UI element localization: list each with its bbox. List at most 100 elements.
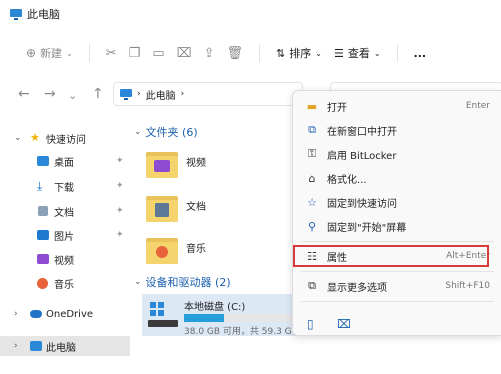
pin-icon[interactable]: ✦ (116, 181, 124, 191)
menu-item-label: 启用 BitLocker (327, 150, 397, 162)
sort-icon: ⇅ (276, 46, 286, 60)
rename-icon[interactable]: ⌧ (337, 317, 351, 331)
more-options-icon: ⧉ (308, 279, 316, 292)
desktop-icon (37, 156, 49, 166)
document-folder-icon (146, 196, 178, 222)
sort-button[interactable]: ⇅ 排序 ⌄ (270, 39, 328, 67)
menu-item-label: 显示更多选项 (327, 282, 387, 294)
picture-icon (37, 230, 49, 240)
menu-item-more-options[interactable]: ⧉ 显示更多选项 Shift+F10 (293, 275, 501, 297)
clipboard-icon: ▭ (152, 45, 165, 61)
drive-item-c[interactable]: 本地磁盘 (C:) 38.0 GB 可用，共 59.3 G (142, 294, 297, 337)
menu-quick-actions: ▯ ⌧ (293, 313, 501, 335)
new-button[interactable]: ⊕ 新建 ⌄ (20, 39, 79, 67)
star-outline-icon: ☆ (307, 195, 317, 209)
sidebar-item-label: 快速访问 (46, 134, 86, 146)
menu-item-pin-start[interactable]: ⚲ 固定到"开始"屏幕 (293, 215, 501, 237)
address-bar[interactable]: › 此电脑 › (113, 82, 303, 106)
delete-button[interactable]: 🗑︎ (221, 39, 250, 67)
back-arrow-icon[interactable]: ← (18, 86, 30, 102)
folder-name: 文档 (186, 202, 206, 213)
view-button[interactable]: ☰ 查看 ⌄ (328, 39, 387, 67)
document-icon (38, 206, 48, 216)
video-folder-icon (146, 152, 178, 178)
copy-icon: ❐ (128, 45, 141, 61)
sidebar-item-label: 图片 (54, 231, 74, 243)
pin-icon[interactable]: ✦ (116, 156, 124, 166)
chevron-down-icon: ⌄ (315, 48, 322, 58)
sidebar-item-label: 音乐 (54, 279, 74, 291)
breadcrumb-separator-icon: › (180, 89, 185, 99)
breadcrumb-item[interactable]: 此电脑 (146, 87, 176, 102)
rename-button[interactable]: ⌧ (171, 39, 198, 67)
trash-icon: 🗑︎ (226, 45, 244, 61)
chevron-down-icon: ⌄ (66, 48, 73, 58)
pin-icon[interactable]: ✦ (116, 230, 124, 240)
menu-item-label: 固定到"开始"屏幕 (327, 222, 407, 234)
sidebar-item-label: 桌面 (54, 157, 74, 169)
window-title: 此电脑 (27, 8, 60, 21)
sidebar-item-desktop[interactable]: 桌面 ✦ (0, 151, 130, 171)
more-label: ... (413, 46, 427, 60)
menu-item-bitlocker[interactable]: ⚿ 启用 BitLocker (293, 143, 501, 165)
copy-icon[interactable]: ▯ (307, 317, 314, 331)
folders-group-header[interactable]: ⌄ 文件夹 (6) (134, 124, 198, 140)
menu-item-label: 打开 (327, 102, 347, 114)
menu-item-shortcut: Enter (465, 101, 490, 111)
format-icon: ⌂ (308, 171, 316, 185)
chevron-right-icon: › (14, 341, 18, 351)
chevron-down-icon[interactable]: ⌄ (68, 89, 77, 102)
folder-name: 音乐 (186, 244, 206, 255)
folder-item-videos[interactable]: 视频 (146, 146, 296, 186)
menu-item-format[interactable]: ⌂ 格式化... (293, 167, 501, 189)
sidebar-item-this-pc[interactable]: › 此电脑 (0, 336, 130, 356)
pin-icon[interactable]: ✦ (116, 206, 124, 216)
sidebar-item-documents[interactable]: 文档 ✦ (0, 201, 130, 221)
sidebar-item-label: 文档 (54, 207, 74, 219)
navigation-pane: ⌄ ★ 快速访问 桌面 ✦ ⤓ 下载 ✦ 文档 ✦ 图片 ✦ 视频 音乐 › O… (0, 120, 130, 374)
sidebar-item-downloads[interactable]: ⤓ 下载 ✦ (0, 176, 130, 196)
music-folder-icon (146, 238, 178, 264)
cut-button[interactable]: ✂ (100, 39, 123, 67)
chevron-down-icon: ⌄ (134, 127, 142, 137)
forward-arrow-icon[interactable]: → (44, 86, 56, 102)
menu-item-shortcut: Shift+F10 (445, 281, 490, 291)
sidebar-item-videos[interactable]: 视频 (0, 249, 130, 269)
drives-group-header[interactable]: ⌄ 设备和驱动器 (2) (134, 274, 231, 290)
toolbar-divider (88, 44, 90, 62)
folder-item-documents[interactable]: 文档 (146, 190, 296, 230)
up-arrow-icon[interactable]: ↑ (92, 86, 104, 102)
menu-divider (301, 271, 494, 272)
properties-highlight (293, 245, 489, 267)
download-arrow-icon: ⤓ (37, 179, 43, 193)
drive-usage-bar (184, 314, 294, 322)
share-icon: ⇪ (203, 45, 215, 61)
copy-button[interactable]: ❐ (123, 39, 147, 67)
command-bar: ⊕ 新建 ⌄ ✂ ❐ ▭ ⌧ ⇪ 🗑︎ ⇅ 排序 ⌄ ☰ 查看 ⌄ ... (0, 34, 501, 72)
menu-item-open-new-window[interactable]: ⧉ 在新窗口中打开 (293, 119, 501, 141)
folder-name: 视频 (186, 158, 206, 169)
sidebar-item-label: 下载 (54, 182, 74, 194)
music-icon (37, 277, 48, 289)
menu-item-pin-quick-access[interactable]: ☆ 固定到快速访问 (293, 191, 501, 213)
sidebar-item-music[interactable]: 音乐 (0, 273, 130, 293)
share-button[interactable]: ⇪ (198, 39, 221, 67)
sort-label: 排序 (289, 47, 312, 60)
key-icon: ⚿ (307, 147, 317, 160)
group-title: 设备和驱动器 (2) (145, 276, 231, 289)
sidebar-item-onedrive[interactable]: › OneDrive (0, 304, 130, 324)
cloud-icon (30, 310, 42, 318)
chevron-down-icon: ⌄ (14, 133, 22, 143)
sidebar-item-pictures[interactable]: 图片 ✦ (0, 225, 130, 245)
title-bar: 此电脑 (0, 0, 501, 28)
menu-item-open[interactable]: ▬ 打开 Enter (293, 95, 501, 117)
menu-item-label: 格式化... (327, 174, 367, 186)
drive-icon (148, 302, 178, 327)
view-icon: ☰ (333, 46, 344, 60)
sidebar-item-quick-access[interactable]: ⌄ ★ 快速访问 (0, 128, 130, 148)
folder-item-music[interactable]: 音乐 (146, 232, 296, 272)
more-button[interactable]: ... (408, 39, 433, 67)
menu-item-label: 在新窗口中打开 (327, 126, 397, 138)
sidebar-item-label: 此电脑 (46, 342, 76, 354)
paste-button[interactable]: ▭ (146, 39, 170, 67)
